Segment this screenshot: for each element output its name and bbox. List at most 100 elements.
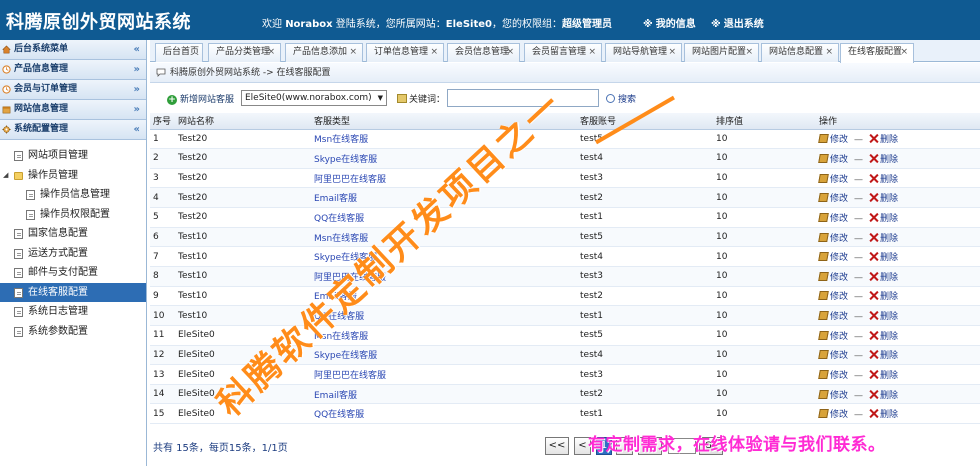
edit-button[interactable]: 修改 (818, 350, 848, 361)
delete-label: 删除 (880, 213, 899, 224)
delete-button[interactable]: 删除 (869, 351, 898, 361)
site-select[interactable]: EleSite0(www.norabox.com) ▼ (241, 90, 387, 106)
chevron-down-icon: ▼ (377, 94, 383, 102)
my-info-link[interactable]: ※ 我的信息 (643, 15, 696, 30)
edit-icon (818, 311, 829, 321)
sidebar-item-operator-info[interactable]: 操作员信息管理 (0, 185, 146, 205)
document-icon (14, 287, 23, 298)
current-page-button[interactable]: 1 (596, 437, 612, 455)
close-icon[interactable]: × (588, 44, 596, 61)
tab-site-images[interactable]: 网站图片配置 × (684, 43, 759, 62)
delete-button[interactable]: 删除 (869, 155, 898, 165)
chevron-expand-icon[interactable]: » (134, 80, 140, 99)
chevron-expand-icon[interactable]: » (134, 60, 140, 79)
first-page-button[interactable]: << (545, 437, 569, 455)
sidebar-item-mail-payment[interactable]: 邮件与支付配置 (0, 263, 146, 283)
edit-button[interactable]: 修改 (818, 193, 848, 204)
document-icon (14, 307, 23, 317)
sidebar-section-member-order[interactable]: 会员与订单管理 » (0, 80, 146, 100)
keyword-input[interactable] (447, 89, 599, 107)
edit-button[interactable]: 修改 (818, 232, 848, 244)
logout-link[interactable]: ※ 退出系统 (711, 15, 764, 30)
sidebar-section-system-config[interactable]: 系统配置管理 « (0, 120, 146, 140)
delete-button[interactable]: 删除 (869, 391, 898, 401)
edit-button[interactable]: 修改 (818, 153, 848, 165)
sidebar-item-online-service[interactable]: 在线客服配置 (0, 282, 146, 302)
tab-label: 后台首页 (163, 47, 200, 57)
go-button[interactable]: Go (699, 437, 723, 455)
close-icon[interactable]: × (745, 44, 753, 61)
col-header-ops: 操作 (816, 113, 980, 130)
prev-page-button[interactable]: < (574, 437, 591, 455)
sidebar-section-site-info[interactable]: 网站信息管理 » (0, 100, 146, 120)
chevron-expand-icon[interactable]: » (134, 100, 140, 119)
edit-icon (818, 271, 829, 281)
page-number-input[interactable] (668, 438, 696, 454)
delete-button[interactable]: 删除 (869, 253, 898, 263)
tree-expand-icon[interactable]: ◢ (3, 166, 8, 186)
chevron-collapse-icon[interactable]: « (134, 120, 140, 139)
tab-online-service[interactable]: 在线客服配置 × (840, 43, 914, 63)
search-button[interactable]: 搜索 (606, 92, 636, 105)
sidebar-item-system-params[interactable]: 系统参数配置 (0, 322, 146, 342)
cell-account: test4 (577, 148, 713, 169)
sidebar-item-countries[interactable]: 国家信息配置 (0, 224, 146, 244)
delete-button[interactable]: 删除 (869, 234, 898, 244)
sidebar-item-operator-permissions[interactable]: 操作员权限配置 (0, 205, 146, 225)
delete-button[interactable]: 删除 (869, 175, 898, 185)
tab-site-nav[interactable]: 网站导航管理 × (605, 43, 682, 62)
delete-label: 删除 (880, 154, 899, 165)
tab-member-info[interactable]: 会员信息管理 × (447, 43, 520, 62)
delete-button[interactable]: 删除 (869, 292, 898, 302)
edit-button[interactable]: 修改 (818, 389, 848, 401)
edit-button[interactable]: 修改 (818, 291, 848, 302)
edit-button[interactable]: 修改 (818, 409, 848, 420)
cell-seq: 5 (150, 207, 175, 228)
close-icon[interactable]: × (349, 44, 357, 61)
edit-button[interactable]: 修改 (818, 134, 848, 145)
delete-button[interactable]: 删除 (869, 194, 898, 204)
tab-product-category[interactable]: 产品分类管理 × (208, 43, 281, 62)
sidebar-item-system-logs[interactable]: 系统日志管理 (0, 302, 146, 322)
tab-home[interactable]: 后台首页 (155, 43, 203, 62)
cell-actions: 修改 — 删除 (816, 246, 980, 267)
sidebar-section-main-menu[interactable]: 后台系统菜单 « (0, 40, 146, 60)
tab-product-add[interactable]: 产品信息添加 × (285, 43, 363, 62)
edit-button[interactable]: 修改 (818, 370, 848, 381)
sidebar-section-product[interactable]: 产品信息管理 » (0, 60, 146, 80)
delete-button[interactable]: 删除 (869, 410, 898, 420)
action-separator: — (854, 213, 864, 224)
sidebar-item-shipping[interactable]: 运送方式配置 (0, 244, 146, 264)
close-icon[interactable]: × (506, 44, 514, 61)
delete-label: 删除 (880, 371, 899, 381)
edit-button[interactable]: 修改 (818, 212, 848, 224)
tab-site-info[interactable]: 网站信息配置 × (761, 43, 839, 62)
close-icon[interactable]: × (668, 44, 676, 61)
edit-button[interactable]: 修改 (818, 173, 848, 185)
delete-button[interactable]: 删除 (869, 332, 898, 342)
delete-button[interactable]: 删除 (869, 371, 898, 381)
sidebar-item-site-projects[interactable]: 网站项目管理 (0, 146, 146, 166)
delete-button[interactable]: 删除 (869, 273, 898, 283)
tab-order-info[interactable]: 订单信息管理 × (366, 43, 444, 62)
action-separator: — (854, 371, 864, 381)
cell-site: EleSite0 (175, 403, 311, 425)
close-icon[interactable]: × (267, 44, 275, 61)
delete-button[interactable]: 删除 (869, 312, 898, 322)
sidebar-item-operators[interactable]: ◢ 操作员管理 (0, 166, 146, 186)
edit-button[interactable]: 修改 (818, 311, 848, 322)
close-icon[interactable]: × (430, 44, 438, 61)
delete-button[interactable]: 删除 (869, 135, 898, 145)
tab-member-messages[interactable]: 会员留言管理 × (524, 43, 602, 62)
edit-icon (818, 134, 829, 144)
edit-button[interactable]: 修改 (818, 271, 848, 283)
add-service-button[interactable]: + 新增网站客服 (167, 92, 234, 105)
close-icon[interactable]: × (900, 44, 908, 61)
edit-button[interactable]: 修改 (818, 252, 848, 263)
edit-button[interactable]: 修改 (818, 330, 848, 342)
close-icon[interactable]: × (825, 44, 833, 61)
chevron-collapse-icon[interactable]: « (134, 40, 140, 59)
next-page-button[interactable] (616, 437, 633, 455)
last-page-button[interactable] (638, 437, 662, 455)
delete-button[interactable]: 删除 (869, 214, 898, 224)
